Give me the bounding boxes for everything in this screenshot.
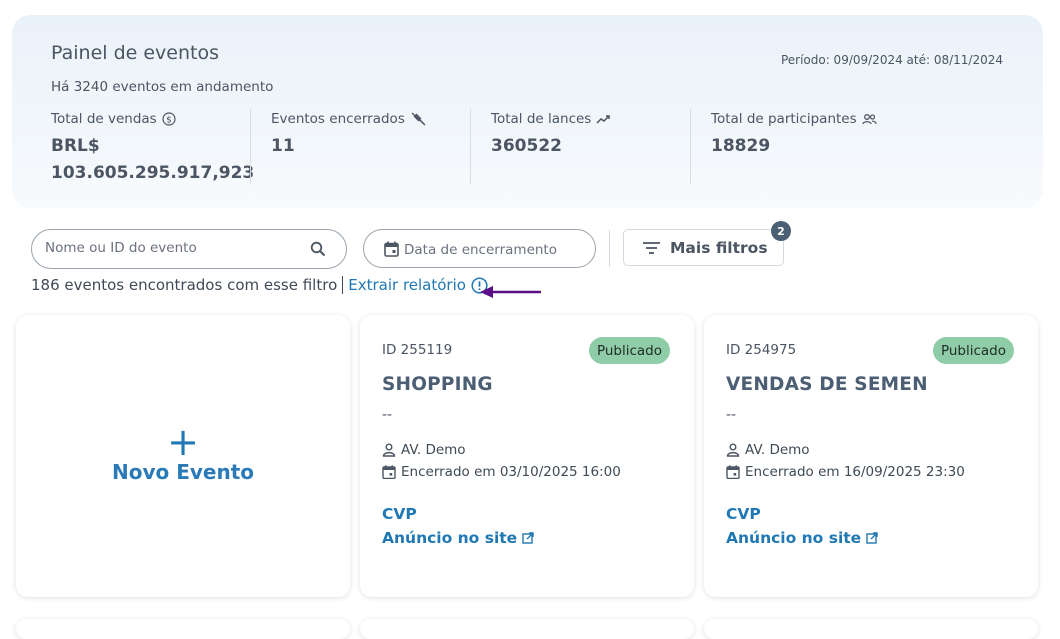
event-description: --: [726, 407, 737, 423]
new-event-card[interactable]: + Novo Evento: [16, 315, 350, 597]
results-count-text: 186 eventos encontrados com esse filtro: [31, 276, 338, 294]
plus-icon: +: [167, 420, 199, 464]
stat-value: 11: [271, 136, 295, 156]
event-id: ID 255119: [382, 342, 453, 358]
search-field[interactable]: [31, 229, 347, 269]
event-card-partial: [704, 619, 1038, 639]
listing-link[interactable]: Anúncio no site: [382, 529, 534, 547]
cvp-link[interactable]: CVP: [726, 505, 761, 523]
panel-subtitle: Há 3240 eventos em andamento: [51, 79, 274, 95]
closing-date-text: Encerrado em 03/10/2025 16:00: [401, 464, 621, 480]
period-label: Período: 09/09/2024 até: 08/11/2024: [780, 53, 1003, 67]
divider: [609, 230, 610, 267]
more-filters-button[interactable]: Mais filtros: [623, 229, 784, 266]
results-summary: 186 eventos encontrados com esse filtro …: [31, 276, 488, 294]
calendar-icon: [384, 241, 399, 257]
stat-label: Total de participantes: [711, 111, 857, 127]
cvp-link[interactable]: CVP: [382, 505, 417, 523]
event-card[interactable]: ID 255119 Publicado SHOPPING C S -- AV. …: [360, 315, 694, 597]
listing-link-label: Anúncio no site: [382, 529, 518, 547]
event-title: VENDAS DE SEMEN: [726, 374, 928, 395]
stat-closed-events: Eventos encerrados 11: [271, 111, 426, 160]
event-closing-date: Encerrado em 03/10/2025 16:00: [382, 464, 621, 480]
search-icon[interactable]: [310, 241, 326, 257]
svg-text:$: $: [166, 115, 172, 125]
closing-date-filter[interactable]: Data de encerramento: [363, 229, 596, 268]
more-filters-label: Mais filtros: [670, 238, 768, 257]
stat-value-amount: 103.605.295.917,923: [51, 163, 255, 183]
redaction-mask: [498, 375, 598, 401]
event-id: ID 254975: [726, 342, 797, 358]
status-badge: Publicado: [932, 337, 1014, 364]
stat-total-participants: Total de participantes 18829: [711, 111, 877, 160]
event-card-partial: [360, 619, 694, 639]
filter-count-badge: 2: [771, 221, 791, 241]
stat-value-currency: BRL$: [51, 136, 100, 156]
stat-total-bids: Total de lances 360522: [491, 111, 611, 160]
divider: [250, 109, 251, 184]
search-input[interactable]: [45, 240, 300, 256]
status-badge: Publicado: [588, 337, 670, 364]
event-card[interactable]: ID 254975 Publicado VENDAS DE SEMEN -- A…: [704, 315, 1038, 597]
calendar-icon: [382, 465, 396, 479]
event-description: --: [382, 407, 393, 423]
divider: [690, 109, 691, 184]
calendar-icon: [726, 465, 740, 479]
gavel-off-icon: [411, 112, 426, 126]
new-event-label: Novo Evento: [111, 460, 255, 484]
people-icon: [861, 114, 877, 125]
dollar-circle-icon: $: [162, 112, 176, 126]
arrow-annotation-icon: [480, 286, 541, 298]
person-icon: [382, 443, 396, 457]
separator: [342, 276, 344, 294]
organizer-name: AV. Demo: [401, 442, 466, 458]
filter-icon: [643, 241, 660, 254]
organizer-name: AV. Demo: [745, 442, 810, 458]
stat-label: Total de lances: [491, 111, 592, 127]
event-organizer: AV. Demo: [726, 442, 810, 458]
event-card-partial: [16, 619, 350, 639]
date-placeholder: Data de encerramento: [404, 242, 557, 258]
external-link-icon: [522, 532, 534, 544]
event-organizer: AV. Demo: [382, 442, 466, 458]
panel-title: Painel de eventos: [51, 42, 220, 64]
listing-link[interactable]: Anúncio no site: [726, 529, 878, 547]
closing-date-text: Encerrado em 16/09/2025 23:30: [745, 464, 965, 480]
event-closing-date: Encerrado em 16/09/2025 23:30: [726, 464, 965, 480]
events-summary-panel: Painel de eventos Há 3240 eventos em and…: [12, 15, 1043, 208]
stat-value: 360522: [491, 136, 562, 156]
divider: [470, 109, 471, 184]
trending-up-icon: [596, 115, 611, 124]
stat-label: Total de vendas: [51, 111, 157, 127]
stat-total-sales: Total de vendas $ BRL$ 103.605.295.917,9…: [51, 111, 254, 187]
stat-value: 18829: [711, 136, 771, 156]
listing-link-label: Anúncio no site: [726, 529, 862, 547]
person-icon: [726, 443, 740, 457]
stat-label: Eventos encerrados: [271, 111, 405, 127]
extract-report-link[interactable]: Extrair relatório: [348, 276, 466, 294]
external-link-icon: [866, 532, 878, 544]
